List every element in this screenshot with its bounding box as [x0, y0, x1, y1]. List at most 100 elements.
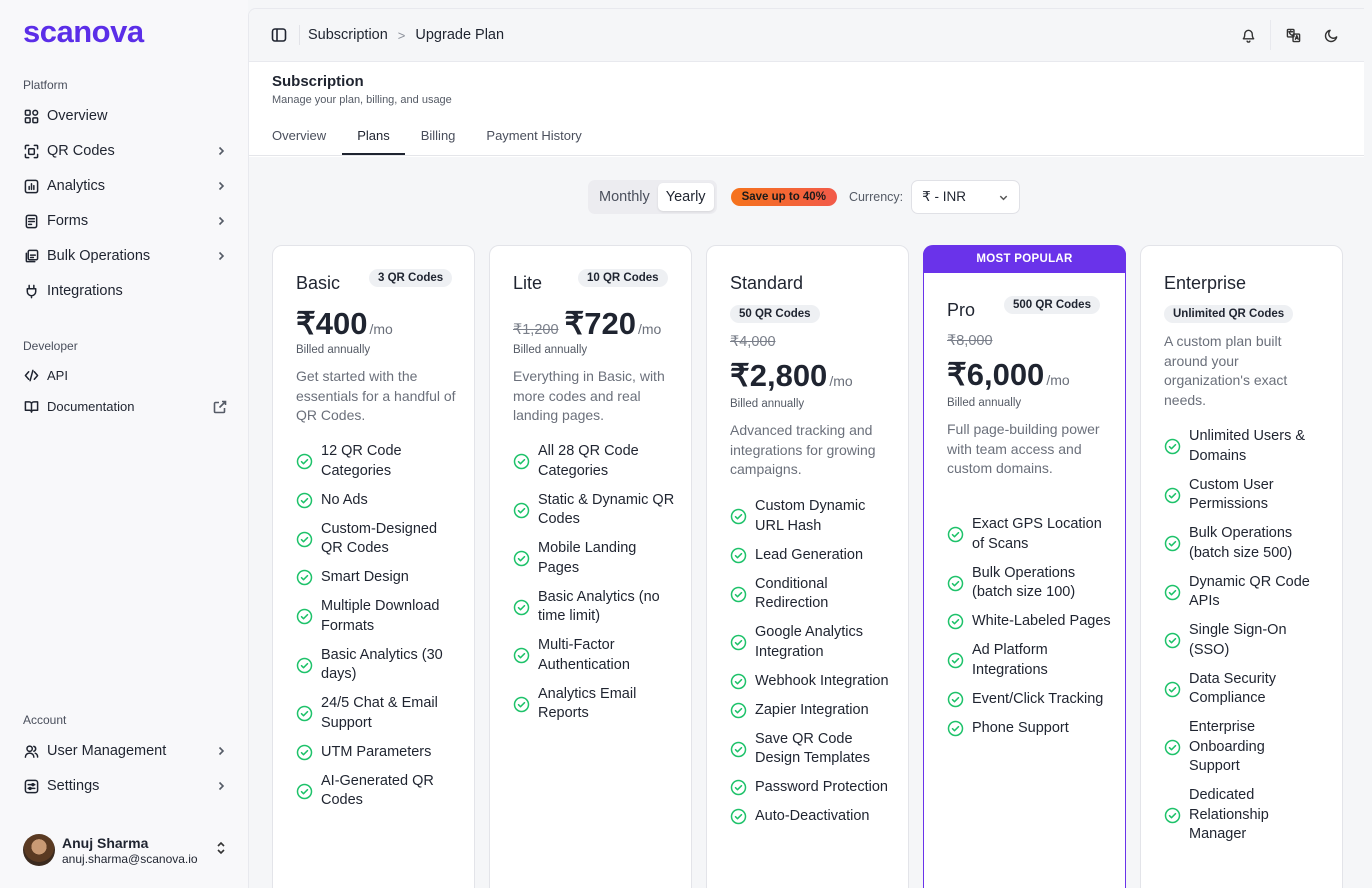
check-circle-icon — [1164, 438, 1181, 455]
sidebar-item-integrations[interactable]: Integrations — [23, 277, 227, 305]
feature-label: Data Security Compliance — [1189, 670, 1277, 707]
check-circle-icon — [730, 634, 747, 651]
feature-item: Zapier Integration — [730, 701, 895, 721]
check-circle-icon — [947, 575, 964, 592]
sidebar-section-account: Account — [23, 713, 67, 727]
chevron-right-icon — [215, 780, 227, 792]
feature-label: Bulk Operations (batch size 100) — [972, 564, 1076, 601]
feature-item: Custom User Permissions — [1164, 476, 1314, 515]
check-circle-icon — [513, 696, 530, 713]
feature-item: AI-Generated QR Codes — [296, 772, 461, 811]
check-circle-icon — [730, 547, 747, 564]
feature-label: Custom User Permissions — [1189, 476, 1274, 513]
sidebar-item-forms[interactable]: Forms — [23, 207, 227, 235]
sidebar-toggle-button[interactable] — [267, 23, 291, 47]
most-popular-banner: MOST POPULAR — [923, 245, 1126, 273]
sidebar-item-label: Integrations — [47, 283, 123, 299]
feature-item: UTM Parameters — [296, 743, 461, 763]
tab-billing[interactable]: Billing — [421, 128, 456, 155]
settings-icon — [23, 778, 39, 794]
check-circle-icon — [296, 705, 313, 722]
check-circle-icon — [513, 550, 530, 567]
sidebar-item-label: QR Codes — [47, 143, 115, 159]
sidebar-section-developer: Developer — [23, 339, 78, 353]
sidebar-item-label: Bulk Operations — [47, 248, 151, 264]
scanova-logo[interactable]: scanova — [23, 14, 144, 50]
theme-toggle-button[interactable] — [1317, 21, 1345, 49]
feature-item: Analytics Email Reports — [513, 685, 678, 724]
notifications-button[interactable] — [1234, 21, 1262, 49]
feature-item: Lead Generation — [730, 546, 895, 566]
page-title: Subscription — [272, 73, 364, 90]
check-circle-icon — [730, 673, 747, 690]
feature-label: Phone Support — [972, 719, 1069, 736]
plan-features: Custom Dynamic URL Hash Lead Generation Co… — [730, 497, 895, 836]
check-circle-icon — [513, 599, 530, 616]
sidebar-item-user-management[interactable]: User Management — [23, 737, 227, 765]
plan-description: Advanced tracking and integrations for g… — [730, 422, 876, 477]
plan-billing-note: Billed annually — [513, 344, 588, 356]
page-header: Subscription Manage your plan, billing, … — [249, 62, 1364, 156]
plan-card-enterprise: Enterprise Unlimited QR Codes A custom p… — [1140, 245, 1343, 888]
feature-label: Single Sign-On (SSO) — [1189, 622, 1287, 658]
plan-card-basic: Basic 3 QR Codes ₹400/mo Billed annually… — [272, 245, 475, 888]
check-circle-icon — [296, 608, 313, 625]
sidebar-item-analytics[interactable]: Analytics — [23, 172, 227, 200]
check-circle-icon — [296, 744, 313, 761]
billing-yearly-option[interactable]: Yearly — [657, 183, 714, 211]
plan-qr-limit-badge: 500 QR Codes — [1004, 296, 1100, 314]
dashboard-icon — [23, 108, 39, 124]
feature-item: Mobile Landing Pages — [513, 539, 678, 578]
bar-chart-icon — [23, 178, 39, 194]
breadcrumb-upgrade-plan: Upgrade Plan — [415, 27, 505, 43]
feature-label: 24/5 Chat & Email Support — [321, 695, 438, 731]
currency-select[interactable]: ₹ - INR — [911, 180, 1021, 214]
plan-description: A custom plan built around your organiza… — [1164, 333, 1288, 408]
sidebar-item-settings[interactable]: Settings — [23, 772, 227, 800]
feature-label: Enterprise Onboarding Support — [1189, 719, 1265, 774]
check-circle-icon — [730, 702, 747, 719]
feature-label: Webhook Integration — [755, 672, 889, 689]
sidebar-item-api[interactable]: API — [23, 361, 227, 389]
check-circle-icon — [513, 647, 530, 664]
sidebar-item-label: Documentation — [47, 398, 135, 414]
billing-monthly-option[interactable]: Monthly — [591, 183, 658, 211]
plan-features: Exact GPS Location of Scans Bulk Operatio… — [947, 515, 1112, 748]
chevron-up-down-icon — [215, 841, 227, 860]
language-button[interactable] — [1279, 21, 1307, 49]
feature-item: Conditional Redirection — [730, 575, 895, 614]
sidebar-item-bulk-operations[interactable]: Bulk Operations — [23, 242, 227, 270]
chevron-right-icon: > — [397, 27, 406, 43]
sidebar-item-overview[interactable]: Overview — [23, 102, 227, 130]
check-circle-icon — [296, 531, 313, 548]
feature-label: Bulk Operations (batch size 500) — [1189, 525, 1293, 561]
user-email: anuj.sharma@scanova.io — [62, 851, 198, 866]
topbar: Subscription > Upgrade Plan — [249, 9, 1364, 62]
page-subtitle: Manage your plan, billing, and usage — [272, 94, 452, 106]
plan-billing-note: Billed annually — [730, 398, 805, 410]
tab-plans[interactable]: Plans — [342, 128, 405, 155]
topbar-actions — [1234, 20, 1345, 50]
plan-qr-limit-badge: 10 QR Codes — [578, 269, 668, 287]
feature-label: Dynamic QR Code APIs — [1189, 573, 1310, 610]
bell-icon — [1242, 29, 1254, 43]
plan-name: Lite — [513, 273, 543, 293]
feature-label: Multiple Download Formats — [321, 598, 440, 634]
users-icon — [23, 743, 39, 759]
feature-item: Static & Dynamic QR Codes — [513, 491, 678, 530]
divider — [299, 25, 300, 45]
sidebar-item-documentation[interactable]: Documentation — [23, 392, 227, 420]
tab-payment-history[interactable]: Payment History — [486, 128, 581, 155]
sidebar-item-qr-codes[interactable]: QR Codes — [23, 137, 227, 165]
feature-item: Bulk Operations (batch size 500) — [1164, 524, 1314, 563]
breadcrumb: Subscription > Upgrade Plan — [308, 27, 504, 43]
check-circle-icon — [1164, 487, 1181, 504]
breadcrumb-subscription[interactable]: Subscription — [308, 27, 388, 43]
tab-overview[interactable]: Overview — [272, 128, 326, 155]
plan-description: Full page-building power with team acces… — [947, 421, 1100, 476]
feature-item: Google Analytics Integration — [730, 623, 895, 662]
user-menu[interactable]: Anuj Sharma anuj.sharma@scanova.io — [23, 830, 227, 870]
plan-name: Enterprise — [1164, 273, 1247, 293]
check-circle-icon — [947, 613, 964, 630]
currency-value: ₹ - INR — [922, 189, 966, 204]
